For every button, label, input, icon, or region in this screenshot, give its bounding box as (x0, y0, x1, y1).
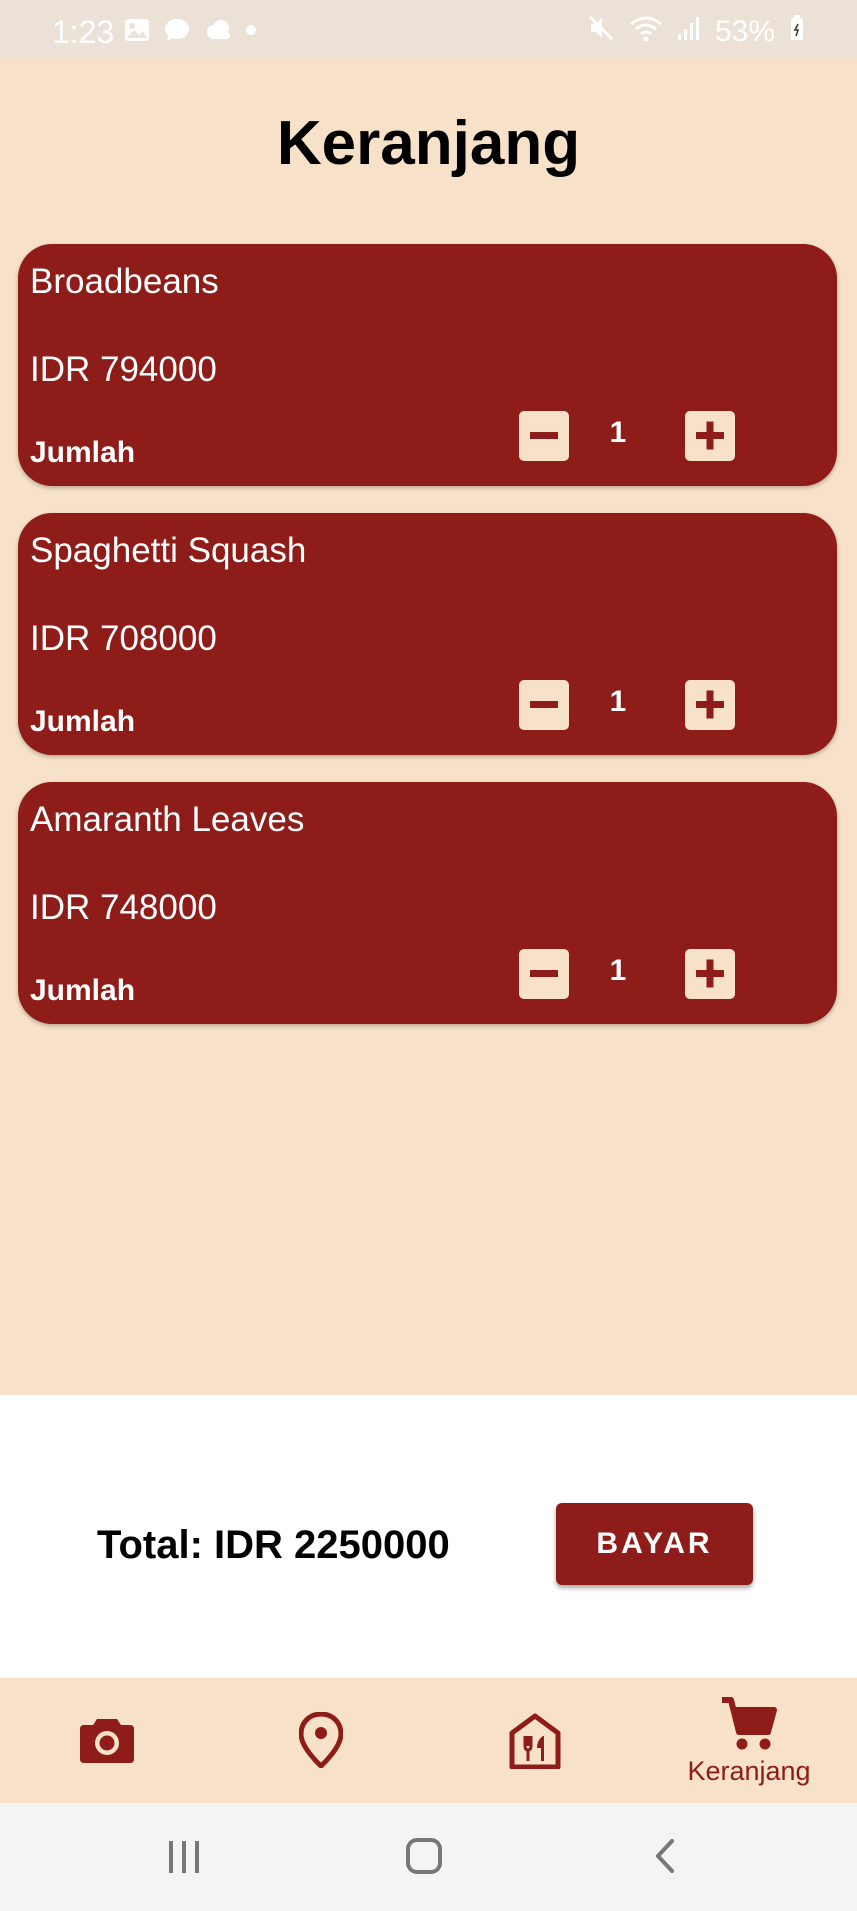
bottom-navigation: Keranjang (0, 1678, 857, 1803)
back-button[interactable] (604, 1803, 724, 1911)
location-pin-icon (299, 1712, 343, 1768)
restaurant-icon (509, 1713, 561, 1769)
quantity-value: 1 (609, 685, 627, 718)
decrease-quantity-button[interactable] (519, 411, 569, 461)
total-amount: Total: IDR 2250000 (97, 1523, 450, 1567)
increase-quantity-button[interactable] (685, 411, 735, 461)
pay-button[interactable]: BAYAR (556, 1503, 753, 1585)
minus-icon (530, 701, 558, 708)
decrease-quantity-button[interactable] (519, 949, 569, 999)
home-icon (406, 1838, 442, 1874)
checkout-panel: Total: IDR 2250000 BAYAR (0, 1395, 857, 1678)
nav-item-camera[interactable] (0, 1678, 214, 1803)
mute-icon (587, 14, 615, 50)
nav-item-cart[interactable]: Keranjang (642, 1678, 856, 1803)
signal-icon (677, 14, 701, 50)
status-time: 1:23 (52, 14, 115, 50)
dot-icon (244, 18, 258, 42)
wifi-icon (629, 14, 663, 50)
quantity-label: Jumlah (30, 974, 136, 1007)
increase-quantity-button[interactable] (685, 680, 735, 730)
increase-quantity-button[interactable] (685, 949, 735, 999)
recent-apps-button[interactable] (124, 1803, 244, 1911)
quantity-value: 1 (609, 416, 627, 449)
minus-icon (530, 970, 558, 977)
plus-icon (696, 690, 724, 719)
plus-icon (696, 421, 724, 450)
nav-item-restaurant[interactable] (428, 1678, 642, 1803)
recent-apps-icon (169, 1841, 199, 1873)
minus-icon (530, 432, 558, 439)
quantity-value: 1 (609, 954, 627, 987)
item-price: IDR 708000 (30, 619, 217, 658)
cart-item: Broadbeans IDR 794000 Jumlah 1 (18, 244, 837, 486)
quantity-label: Jumlah (30, 705, 136, 738)
system-navigation-bar (0, 1803, 857, 1911)
status-left-icons (124, 18, 258, 42)
item-name: Amaranth Leaves (30, 800, 305, 839)
battery-icon (789, 14, 805, 50)
item-name: Broadbeans (30, 262, 219, 301)
home-button[interactable] (364, 1803, 484, 1911)
gallery-icon (124, 18, 150, 42)
decrease-quantity-button[interactable] (519, 680, 569, 730)
chat-bubble-icon (164, 18, 190, 42)
cloud-icon (204, 18, 230, 42)
camera-icon (80, 1719, 134, 1763)
cart-item: Spaghetti Squash IDR 708000 Jumlah 1 (18, 513, 837, 755)
cart-icon (722, 1697, 777, 1750)
status-right: 53% (587, 14, 805, 50)
back-icon (656, 1839, 674, 1873)
nav-label-cart: Keranjang (687, 1756, 811, 1786)
item-price: IDR 794000 (30, 350, 217, 389)
item-name: Spaghetti Squash (30, 531, 307, 570)
nav-item-location[interactable] (214, 1678, 428, 1803)
status-bar: 1:23 53% (0, 0, 857, 58)
cart-screen: Keranjang Broadbeans IDR 794000 Jumlah 1… (0, 58, 857, 1395)
item-price: IDR 748000 (30, 888, 217, 927)
quantity-label: Jumlah (30, 436, 136, 469)
battery-level: 53% (714, 15, 775, 48)
cart-item: Amaranth Leaves IDR 748000 Jumlah 1 (18, 782, 837, 1024)
plus-icon (696, 959, 724, 988)
page-title: Keranjang (276, 109, 581, 178)
